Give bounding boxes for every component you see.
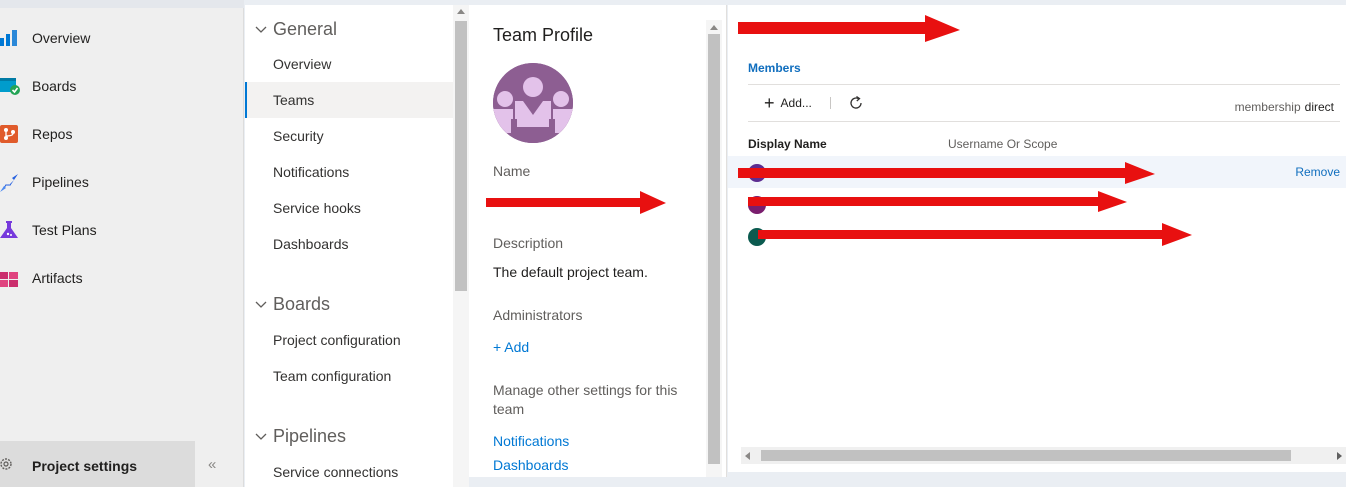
repos-icon	[0, 125, 18, 143]
remove-member-button[interactable]: Remove	[1295, 165, 1340, 179]
test-plans-icon	[0, 221, 18, 238]
scrollbar-thumb[interactable]	[761, 450, 1291, 461]
group-title: General	[273, 18, 338, 39]
scrollbar-thumb[interactable]	[708, 34, 720, 464]
avatar	[748, 228, 766, 246]
nav-top-band	[0, 0, 244, 8]
membership-filter[interactable]: membership direct	[1235, 100, 1334, 114]
settings-item-service-hooks[interactable]: Service hooks	[245, 190, 453, 226]
settings-item-security[interactable]: Security	[245, 118, 453, 154]
scrollbar-thumb[interactable]	[455, 21, 467, 291]
nav-item-overview[interactable]: Overview	[0, 18, 243, 58]
nav-item-label: Artifacts	[32, 270, 83, 286]
chevron-down-icon	[255, 26, 267, 33]
description-label: Description	[493, 235, 564, 251]
settings-item-label: Team configuration	[273, 368, 392, 384]
pipelines-icon	[0, 174, 18, 192]
settings-item-label: Teams	[273, 92, 315, 108]
settings-item-team-configuration[interactable]: Team configuration	[245, 358, 453, 394]
settings-item-label: Service connections	[273, 464, 399, 480]
group-title: Pipelines	[273, 425, 347, 446]
overview-icon	[0, 30, 17, 46]
members-panel: Members + Add... membership direct Displa…	[728, 5, 1346, 472]
avatar	[748, 196, 766, 214]
nav-item-label: Repos	[32, 126, 73, 142]
notifications-link[interactable]: Notifications	[493, 433, 569, 449]
table-row[interactable]	[728, 220, 1346, 252]
team-profile-title: Team Profile	[493, 25, 594, 45]
manage-settings-label: Manage other settings for this team	[493, 382, 678, 417]
group-header-boards[interactable]: Boards	[245, 289, 455, 319]
settings-item-label: Service hooks	[273, 200, 361, 216]
scroll-left-arrow-icon[interactable]	[745, 452, 750, 460]
settings-item-label: Notifications	[273, 164, 350, 180]
add-administrator-button[interactable]: + Add	[493, 339, 529, 355]
divider	[748, 121, 1340, 122]
team-profile-panel: Team Profile Name Description The defaul…	[469, 5, 727, 477]
profile-scrollbar[interactable]	[706, 20, 722, 477]
artifacts-icon	[0, 272, 18, 287]
group-header-pipelines[interactable]: Pipelines	[245, 421, 455, 451]
table-row[interactable]: Remove	[728, 156, 1346, 188]
nav-item-boards[interactable]: Boards	[0, 66, 243, 106]
avatar	[748, 164, 766, 182]
settings-item-label: Dashboards	[273, 236, 349, 252]
administrators-label: Administrators	[493, 307, 583, 323]
members-horizontal-scrollbar[interactable]	[741, 447, 1346, 464]
gear-icon	[0, 458, 12, 470]
settings-item-label: Project configuration	[273, 332, 401, 348]
divider	[748, 84, 1340, 85]
scroll-up-arrow-icon[interactable]	[710, 25, 718, 30]
add-member-label: Add...	[780, 96, 812, 110]
settings-item-service-connections[interactable]: Service connections	[245, 454, 453, 487]
double-chevron-left-icon: «	[208, 456, 217, 473]
membership-label: membership	[1234, 100, 1301, 114]
scroll-right-arrow-icon[interactable]	[1337, 452, 1342, 460]
description-value: The default project team.	[493, 264, 648, 280]
settings-list: General Overview Teams Security Notifica…	[245, 5, 469, 487]
nav-item-label: Boards	[32, 78, 77, 94]
nav-item-label: Test Plans	[32, 222, 97, 238]
settings-item-notifications[interactable]: Notifications	[245, 154, 453, 190]
chevron-down-icon	[255, 433, 267, 440]
settings-item-overview[interactable]: Overview	[245, 46, 453, 82]
nav-item-label: Pipelines	[32, 174, 89, 190]
boards-icon	[0, 78, 20, 95]
settings-item-label: Overview	[273, 56, 332, 72]
settings-item-label: Security	[273, 128, 324, 144]
project-settings-label: Project settings	[32, 458, 138, 474]
nav-item-artifacts[interactable]: Artifacts	[0, 258, 243, 298]
refresh-icon[interactable]	[847, 94, 865, 112]
project-settings-button[interactable]: Project settings	[0, 441, 195, 487]
settings-item-project-configuration[interactable]: Project configuration	[245, 322, 453, 358]
plus-icon: +	[764, 93, 775, 113]
chevron-down-icon	[255, 301, 267, 308]
collapse-nav-button[interactable]: «	[208, 456, 230, 474]
nav-item-test-plans[interactable]: Test Plans	[0, 210, 243, 250]
settings-scrollbar[interactable]	[453, 5, 469, 487]
left-navigation: Overview Boards Repos Pipelines Test Pla…	[0, 0, 244, 487]
group-title: Boards	[273, 293, 331, 314]
team-avatar	[493, 63, 573, 143]
tab-members[interactable]: Members	[748, 61, 801, 75]
settings-item-dashboards[interactable]: Dashboards	[245, 226, 453, 262]
nav-item-pipelines[interactable]: Pipelines	[0, 162, 243, 202]
nav-item-label: Overview	[32, 30, 91, 46]
column-header-username-scope[interactable]: Username Or Scope	[948, 137, 1057, 151]
name-label: Name	[493, 163, 531, 179]
membership-value: direct	[1304, 100, 1334, 114]
dashboards-link[interactable]: Dashboards	[493, 457, 569, 473]
column-header-display-name[interactable]: Display Name	[748, 137, 827, 151]
toolbar-separator	[830, 97, 831, 109]
team-avatar-icon	[493, 63, 573, 143]
table-row[interactable]	[728, 188, 1346, 220]
scroll-up-arrow-icon[interactable]	[457, 9, 465, 14]
nav-item-repos[interactable]: Repos	[0, 114, 243, 154]
group-header-general[interactable]: General	[245, 14, 455, 44]
settings-item-teams[interactable]: Teams	[245, 82, 453, 118]
add-member-button[interactable]: + Add...	[764, 94, 812, 112]
